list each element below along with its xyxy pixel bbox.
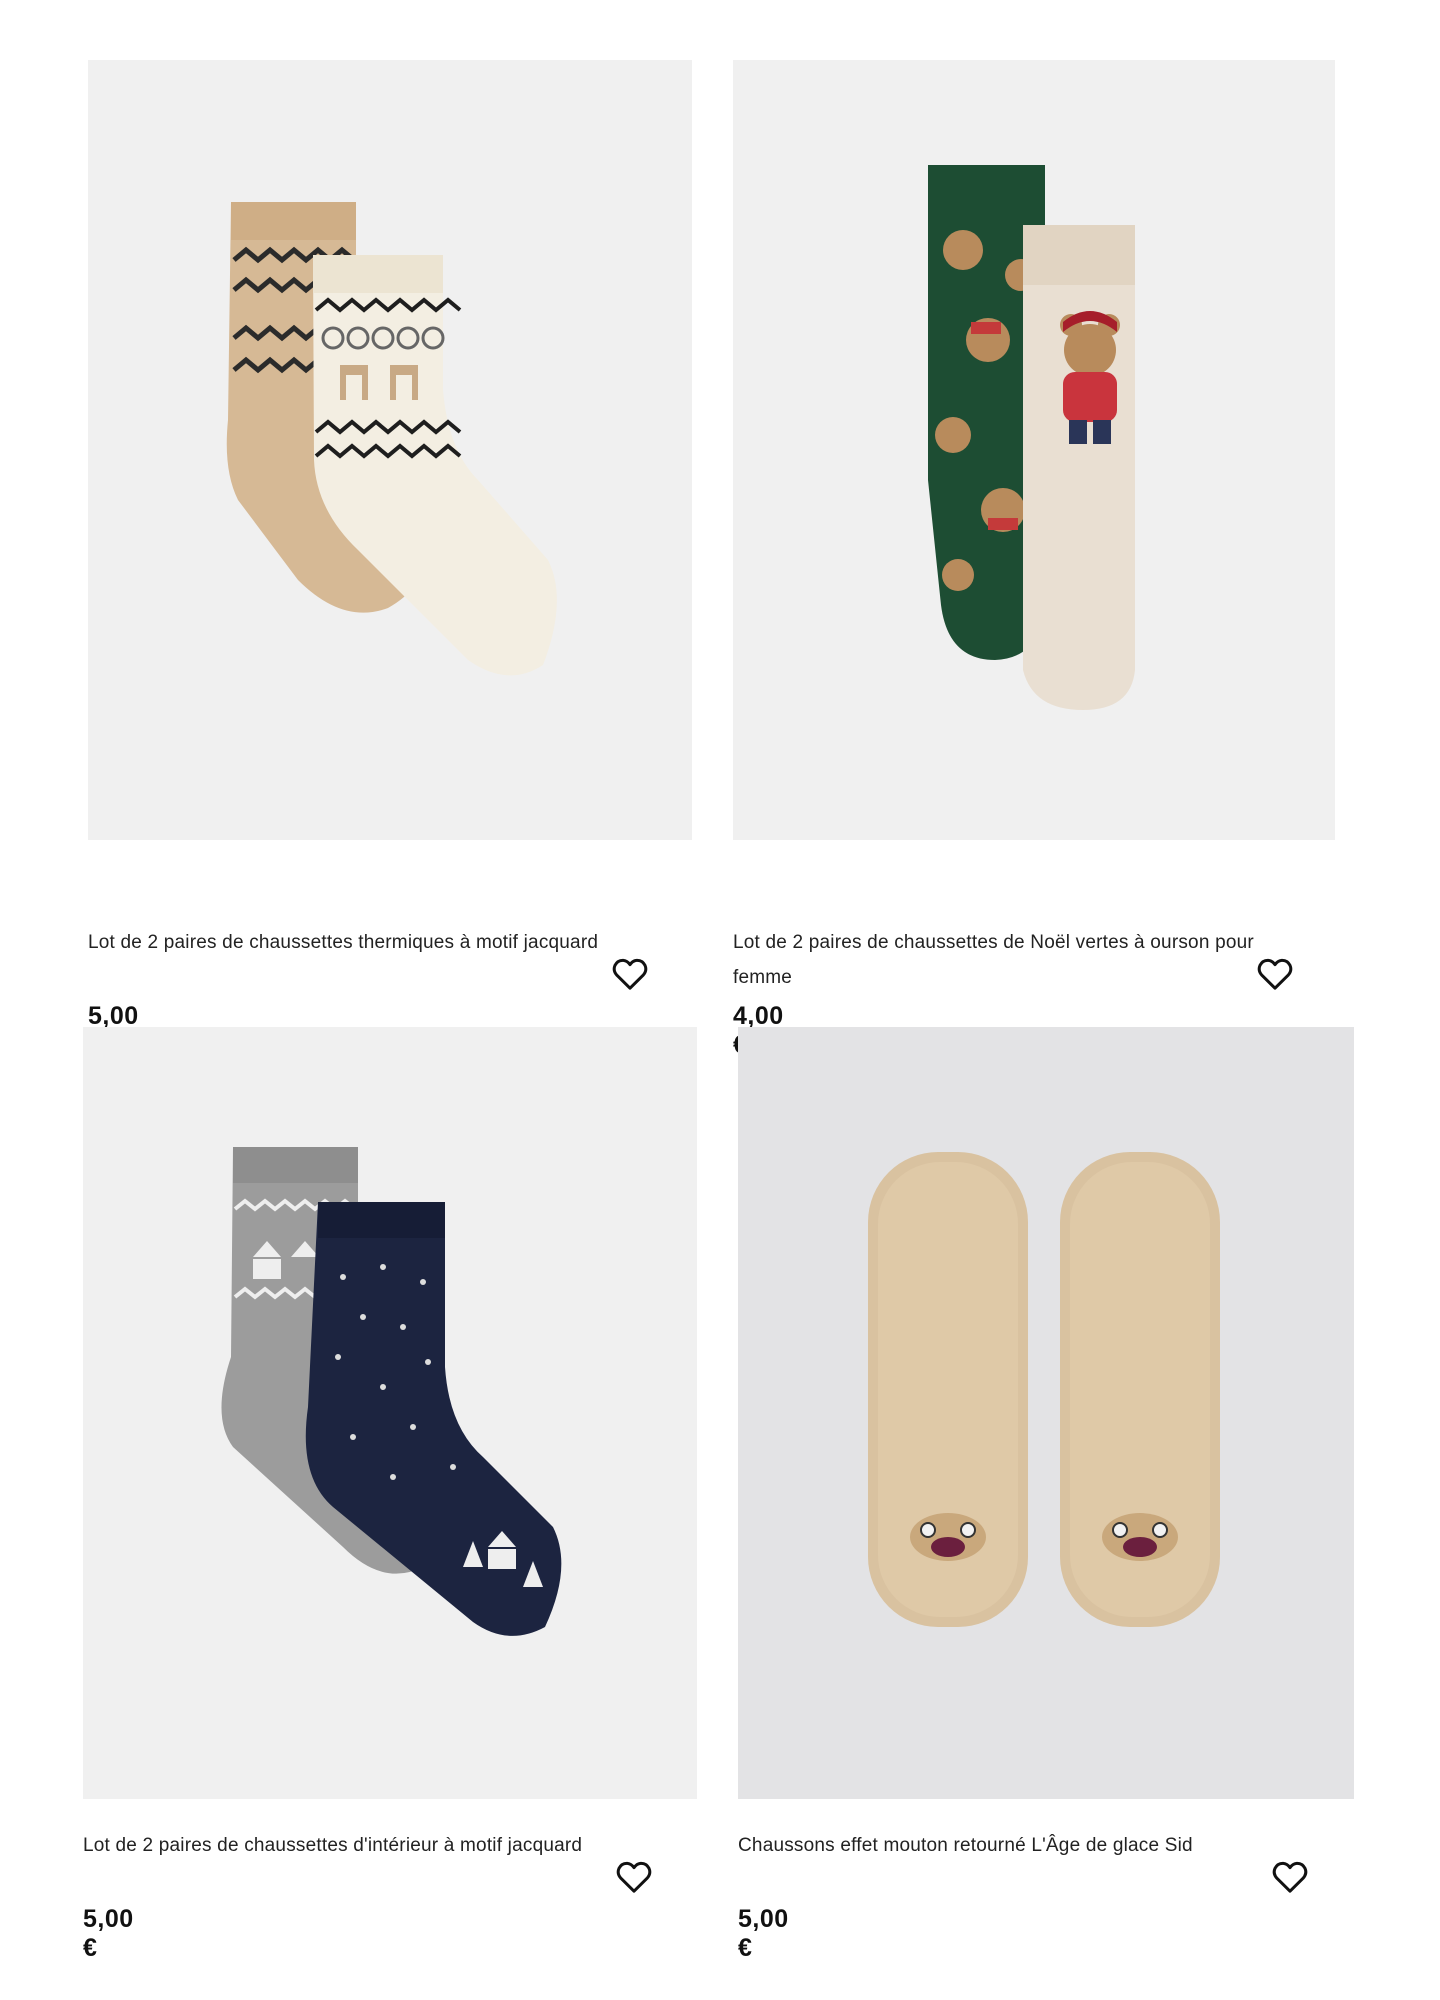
heart-icon [1272, 1861, 1308, 1893]
indoor-socks-illustration [221, 1147, 562, 1636]
product-image[interactable] [83, 1027, 697, 1799]
favorite-button[interactable] [612, 1855, 656, 1899]
product-image[interactable] [88, 60, 692, 840]
heart-icon [612, 958, 648, 990]
bear-socks-illustration [928, 165, 1135, 710]
product-title[interactable]: Chaussons effet mouton retourné L'Âge de… [738, 1828, 1268, 1863]
sid-slippers-illustration [868, 1152, 1220, 1627]
product-price: 5,00 € [83, 1905, 134, 1962]
product-title[interactable]: Lot de 2 paires de chaussettes thermique… [88, 925, 618, 960]
favorite-button[interactable] [608, 952, 652, 996]
product-image[interactable] [738, 1027, 1354, 1799]
product-image[interactable] [733, 60, 1335, 840]
heart-icon [1257, 958, 1293, 990]
heart-icon [616, 1861, 652, 1893]
jacquard-socks-illustration [226, 202, 557, 676]
favorite-button[interactable] [1253, 952, 1297, 996]
favorite-button[interactable] [1268, 1855, 1312, 1899]
product-title[interactable]: Lot de 2 paires de chaussettes d'intérie… [83, 1828, 613, 1863]
product-title[interactable]: Lot de 2 paires de chaussettes de Noël v… [733, 925, 1263, 995]
product-price: 5,00 € [738, 1905, 789, 1962]
